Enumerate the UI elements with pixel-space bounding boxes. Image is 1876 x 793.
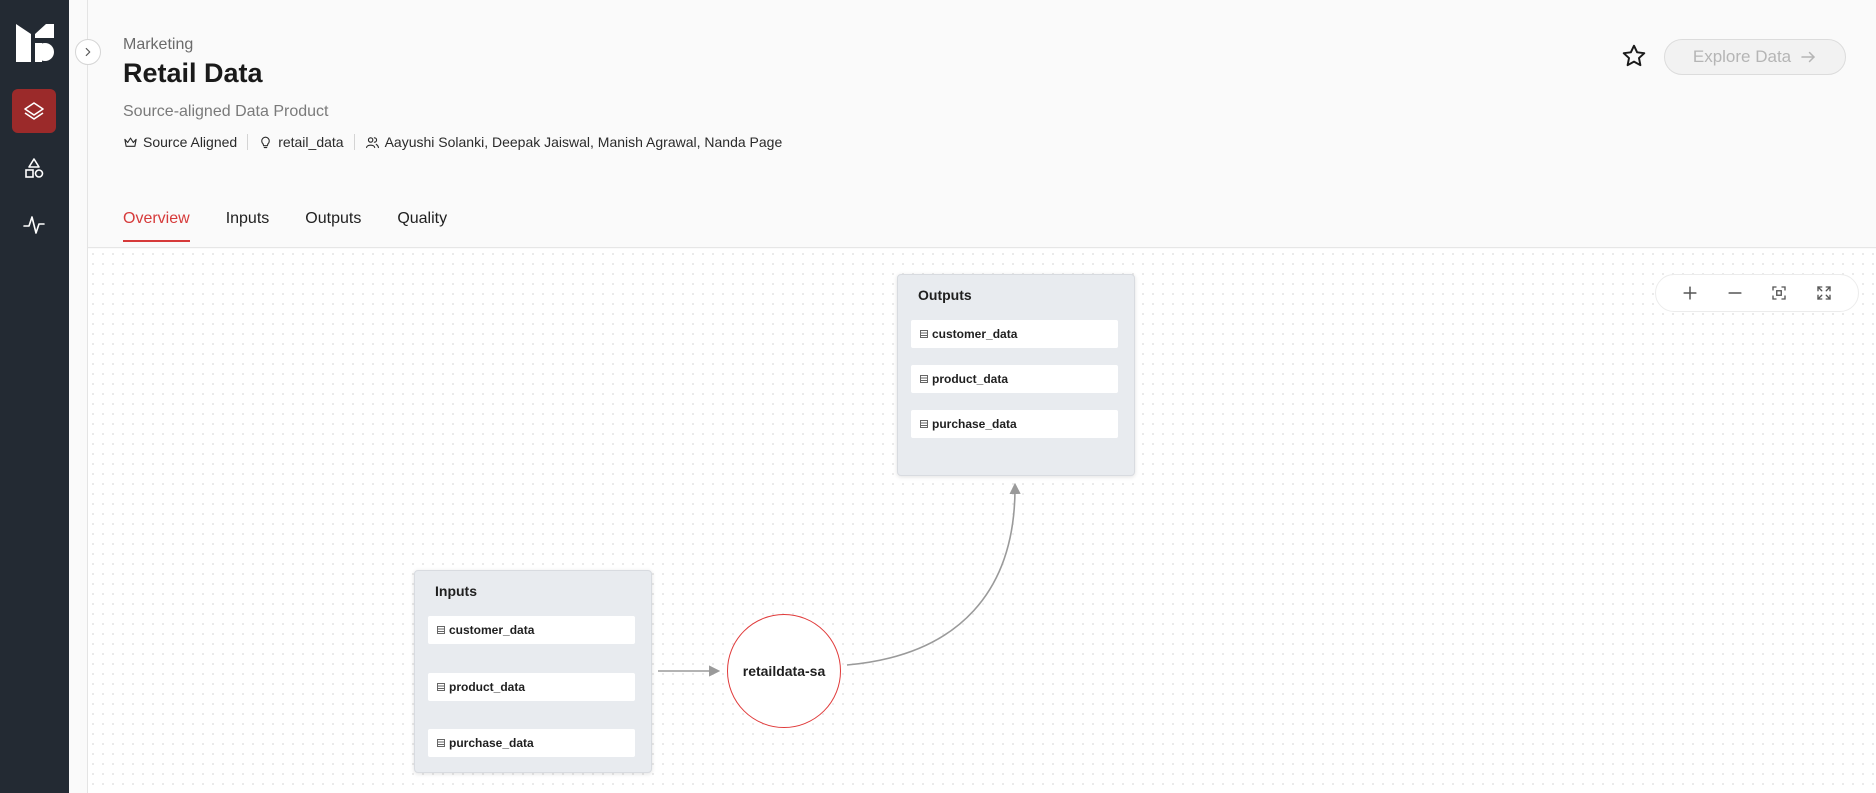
data-product-node[interactable]: retaildata-sa [727, 614, 841, 728]
activity-icon [23, 216, 45, 234]
output-item-label: purchase_data [932, 417, 1017, 431]
lightbulb-icon [261, 136, 270, 148]
favorite-button[interactable] [1620, 42, 1648, 70]
meta-type: Source Aligned [123, 134, 237, 150]
app-logo[interactable] [16, 24, 54, 62]
plus-icon [1683, 286, 1697, 300]
table-icon [437, 739, 445, 747]
tab-overview[interactable]: Overview [123, 210, 190, 242]
output-item[interactable]: purchase_data [911, 410, 1118, 438]
fit-view-button[interactable] [1767, 281, 1791, 305]
zoom-in-button[interactable] [1678, 281, 1702, 305]
output-item-label: product_data [932, 372, 1009, 386]
fullscreen-button[interactable] [1812, 281, 1836, 305]
output-item[interactable]: customer_data [911, 320, 1118, 348]
arrow-right-icon [1801, 51, 1815, 63]
nav-shapes[interactable] [12, 146, 56, 190]
explore-data-button[interactable]: Explore Data [1664, 39, 1846, 75]
input-item[interactable]: purchase_data [428, 729, 635, 757]
sidebar [0, 0, 69, 793]
explore-data-label: Explore Data [1692, 47, 1792, 66]
zoom-out-button[interactable] [1723, 281, 1747, 305]
output-item[interactable]: product_data [911, 365, 1118, 393]
page-subtitle: Source-aligned Data Product [123, 103, 329, 120]
output-item-label: customer_data [932, 327, 1018, 341]
meta-row: Source Aligned retail_data Aayushi Solan… [123, 134, 782, 150]
page-header: Marketing Retail Data Source-aligned Dat… [88, 0, 1876, 248]
tab-outputs[interactable]: Outputs [305, 210, 361, 241]
table-icon [437, 626, 445, 634]
input-item[interactable]: product_data [428, 673, 635, 701]
chevron-right-icon [85, 47, 91, 57]
meta-namespace-label: retail_data [278, 134, 344, 150]
users-icon [365, 136, 379, 148]
fullscreen-icon [1817, 286, 1831, 300]
crown-icon [124, 137, 137, 147]
nav-data-products[interactable] [12, 89, 56, 133]
meta-separator [353, 134, 355, 150]
input-item-label: product_data [449, 680, 526, 694]
domain-label: Marketing [123, 36, 194, 53]
inputs-title: Inputs [435, 583, 477, 599]
star-icon [1622, 44, 1646, 67]
meta-owners: Aayushi Solanki, Deepak Jaiswal, Manish … [365, 134, 783, 150]
tab-bar: Overview Inputs Outputs Quality [123, 210, 447, 242]
shapes-icon [25, 158, 44, 178]
outputs-title: Outputs [918, 287, 972, 303]
input-item-label: customer_data [449, 623, 535, 637]
table-icon [920, 330, 928, 338]
inputs-node[interactable]: Inputs customer_data product_data purcha… [414, 570, 652, 773]
table-icon [437, 683, 445, 691]
fit-view-icon [1772, 286, 1786, 300]
canvas-controls [1655, 274, 1859, 312]
expand-sidebar-button[interactable] [75, 39, 101, 65]
meta-separator [247, 134, 249, 150]
nav-activity[interactable] [12, 203, 56, 247]
minus-icon [1728, 292, 1742, 294]
table-icon [920, 375, 928, 383]
outputs-node[interactable]: Outputs customer_data product_data purch… [897, 274, 1135, 476]
tab-inputs[interactable]: Inputs [226, 210, 270, 241]
meta-namespace: retail_data [258, 134, 344, 150]
tab-quality[interactable]: Quality [397, 210, 447, 241]
data-product-node-label: retaildata-sa [742, 663, 826, 679]
input-item[interactable]: customer_data [428, 616, 635, 644]
meta-type-label: Source Aligned [143, 134, 238, 150]
layers-icon [24, 102, 44, 120]
page-title: Retail Data [123, 58, 263, 88]
table-icon [920, 420, 928, 428]
input-item-label: purchase_data [449, 736, 534, 750]
meta-owners-label: Aayushi Solanki, Deepak Jaiswal, Manish … [384, 134, 783, 150]
